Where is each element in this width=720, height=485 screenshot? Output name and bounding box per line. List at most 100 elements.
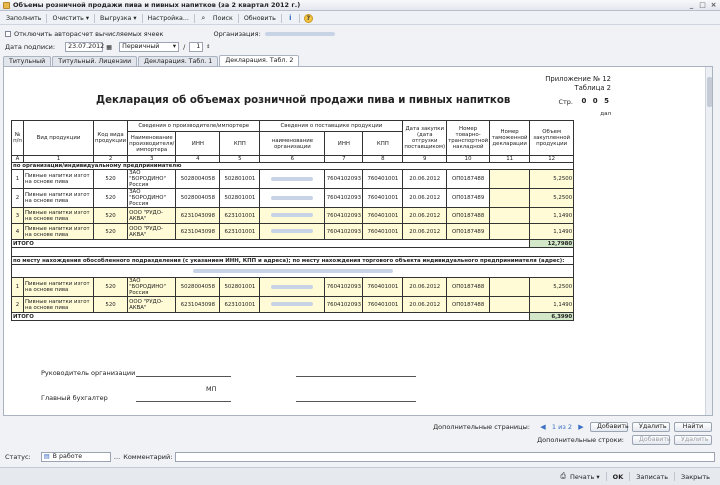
refresh-button[interactable]: Обновить: [241, 13, 279, 24]
cell-customs[interactable]: [489, 296, 531, 313]
save-button[interactable]: Записать: [632, 472, 672, 482]
cell-date[interactable]: 20.06.2012: [402, 223, 448, 240]
cell-date[interactable]: 20.06.2012: [402, 188, 448, 208]
cell-kpp[interactable]: 623101001: [219, 223, 261, 240]
cell-supplier-kpp[interactable]: 760401001: [362, 223, 404, 240]
ok-button[interactable]: OK: [609, 472, 628, 482]
cell-kpp[interactable]: 502801001: [219, 169, 261, 189]
calendar-icon[interactable]: ▦: [105, 43, 113, 52]
cell-customs[interactable]: [489, 207, 531, 224]
cell-customs[interactable]: [489, 188, 531, 208]
close-button[interactable]: Закрыть: [677, 472, 714, 482]
cell-ttn[interactable]: ОП0187488: [446, 169, 491, 189]
add-row-button[interactable]: Добавить: [632, 435, 671, 445]
cell-volume[interactable]: 5,2500: [529, 169, 575, 189]
spinner-icon[interactable]: ⇕: [205, 43, 211, 52]
cell-volume[interactable]: 1,1490: [529, 207, 575, 224]
cell-inn[interactable]: 6231043098: [175, 207, 221, 224]
settings-button[interactable]: Настройка...: [145, 13, 192, 24]
tab-title[interactable]: Титульный: [3, 56, 52, 66]
add-page-button[interactable]: Добавить: [590, 422, 629, 432]
prev-page-icon[interactable]: ◀: [539, 423, 547, 431]
cell-code[interactable]: 520: [92, 188, 129, 208]
cell-date[interactable]: 20.06.2012: [402, 296, 448, 313]
cell-date[interactable]: 20.06.2012: [402, 207, 448, 224]
cell-product[interactable]: Пивные напитки изгот на основе пива: [23, 223, 94, 240]
cell-kpp[interactable]: 623101001: [219, 296, 261, 313]
clear-button[interactable]: Очистить ▾: [49, 13, 92, 24]
cell-date[interactable]: 20.06.2012: [402, 277, 448, 297]
cell-supplier-kpp[interactable]: 760401001: [362, 207, 404, 224]
next-page-icon[interactable]: ▶: [577, 423, 585, 431]
cell-supplier[interactable]: [259, 223, 326, 240]
vertical-scrollbar[interactable]: [705, 67, 712, 415]
cell-producer[interactable]: ЗАО "БОРОДИНО" Россия: [127, 277, 177, 297]
cell-volume[interactable]: 1,1490: [529, 296, 575, 313]
cell-supplier-kpp[interactable]: 760401001: [362, 296, 404, 313]
cell-kpp[interactable]: 502801001: [219, 188, 261, 208]
cell-supplier-kpp[interactable]: 760401001: [362, 169, 404, 189]
cell-supplier-inn[interactable]: 7604102093: [324, 207, 364, 224]
close-window-button[interactable]: ×: [709, 1, 718, 9]
cell-ttn[interactable]: ОП0187489: [446, 223, 491, 240]
cell-ttn[interactable]: ОП0187489: [446, 188, 491, 208]
maximize-button[interactable]: □: [698, 1, 707, 9]
cell-ttn[interactable]: ОП0187488: [446, 277, 491, 297]
tab-title-licenses[interactable]: Титульный. Лицензии: [52, 56, 138, 66]
cell-product[interactable]: Пивные напитки изгот на основе пива: [23, 169, 94, 189]
scrollbar-thumb[interactable]: [707, 77, 712, 107]
cell-volume[interactable]: 5,2500: [529, 277, 575, 297]
delete-row-button[interactable]: Удалить: [674, 435, 712, 445]
cell-supplier[interactable]: [259, 169, 326, 189]
cell-producer[interactable]: ЗАО "БОРОДИНО" Россия: [127, 188, 177, 208]
status-field[interactable]: ▤ В работе: [40, 452, 111, 462]
cell-producer[interactable]: ЗАО "БОРОДИНО" Россия: [127, 169, 177, 189]
ellipsis-button[interactable]: …: [114, 453, 121, 461]
cell-code[interactable]: 520: [92, 277, 129, 297]
autocalc-checkbox[interactable]: [5, 31, 11, 37]
cell-product[interactable]: Пивные напитки изгот на основе пива: [23, 277, 94, 297]
cell-ttn[interactable]: ОП0187488: [446, 296, 491, 313]
print-button[interactable]: Печать ▾: [566, 472, 604, 482]
cell-inn[interactable]: 5028004058: [175, 188, 221, 208]
cell-inn[interactable]: 5028004058: [175, 169, 221, 189]
cell-producer[interactable]: ООО "РУДО-АКВА": [127, 223, 177, 240]
correction-number-input[interactable]: 1: [189, 42, 204, 52]
cell-code[interactable]: 520: [92, 169, 129, 189]
export-button[interactable]: Выгрузка ▾: [97, 13, 140, 24]
cell-supplier-inn[interactable]: 7604102093: [324, 277, 364, 297]
cell-code[interactable]: 520: [92, 296, 129, 313]
tab-declaration-table-1[interactable]: Декларация. Табл. 1: [138, 56, 219, 66]
comment-input[interactable]: [175, 452, 715, 462]
cell-customs[interactable]: [489, 169, 531, 189]
cell-product[interactable]: Пивные напитки изгот на основе пива: [23, 188, 94, 208]
cell-inn[interactable]: 5028004058: [175, 277, 221, 297]
cell-supplier-inn[interactable]: 7604102093: [324, 223, 364, 240]
cell-code[interactable]: 520: [92, 207, 129, 224]
cell-volume[interactable]: 1,1490: [529, 223, 575, 240]
fill-button[interactable]: Заполнить: [3, 13, 44, 24]
cell-product[interactable]: Пивные напитки изгот на основе пива: [23, 296, 94, 313]
tab-declaration-table-2[interactable]: Декларация. Табл. 2: [219, 55, 300, 66]
find-button[interactable]: Найти: [674, 422, 712, 432]
search-button[interactable]: Поиск: [210, 13, 236, 24]
cell-producer[interactable]: ООО "РУДО-АКВА": [127, 207, 177, 224]
type-select[interactable]: Первичный ▾: [119, 42, 180, 52]
cell-code[interactable]: 520: [92, 223, 129, 240]
cell-volume[interactable]: 5,2500: [529, 188, 575, 208]
help-icon[interactable]: ?: [303, 13, 313, 23]
cell-inn[interactable]: 6231043098: [175, 223, 221, 240]
cell-supplier-kpp[interactable]: 760401001: [362, 277, 404, 297]
cell-customs[interactable]: [489, 223, 531, 240]
search-icon[interactable]: ⌕: [199, 14, 208, 23]
cell-date[interactable]: 20.06.2012: [402, 169, 448, 189]
minimize-button[interactable]: _: [687, 1, 696, 9]
cell-kpp[interactable]: 623101001: [219, 207, 261, 224]
section2-address[interactable]: [10, 264, 575, 278]
cell-inn[interactable]: 6231043098: [175, 296, 221, 313]
cell-ttn[interactable]: ОП0187488: [446, 207, 491, 224]
cell-customs[interactable]: [489, 277, 531, 297]
info-icon[interactable]: i: [286, 14, 295, 23]
cell-supplier[interactable]: [259, 296, 326, 313]
cell-product[interactable]: Пивные напитки изгот на основе пива: [23, 207, 94, 224]
